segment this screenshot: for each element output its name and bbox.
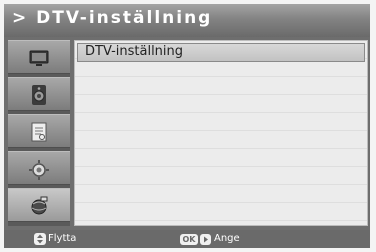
sidebar-item-sound[interactable] <box>8 77 70 111</box>
satellite-globe-icon <box>31 196 48 215</box>
right-arrow-key-icon <box>200 234 211 245</box>
sidebar-item-settings[interactable] <box>8 151 70 185</box>
speaker-icon <box>32 85 46 105</box>
title-bar: > DTV-inställning <box>4 4 370 37</box>
sidebar <box>8 40 70 226</box>
page-title: > DTV-inställning <box>12 8 213 28</box>
gear-icon <box>29 160 49 180</box>
menu-list: DTV-inställning <box>74 40 368 226</box>
tv-screen-icon <box>29 50 49 66</box>
updown-arrow-key-icon <box>34 233 46 245</box>
document-icon <box>31 122 47 142</box>
footer-help-bar: Flytta OK Ange <box>4 230 370 248</box>
hint-move-label: Flytta <box>48 233 77 244</box>
sidebar-item-setup[interactable] <box>8 114 70 148</box>
ok-key-icon: OK <box>180 234 198 245</box>
hint-enter-label: Ange <box>214 233 240 244</box>
menu-item-label: DTV-inställning <box>85 44 184 59</box>
sidebar-item-picture[interactable] <box>8 40 70 74</box>
sidebar-item-dtv[interactable] <box>8 188 70 222</box>
menu-item-dtv-setup[interactable]: DTV-inställning <box>77 43 365 62</box>
osd-window: > DTV-inställning DTV-inställning Flytta… <box>4 4 370 248</box>
